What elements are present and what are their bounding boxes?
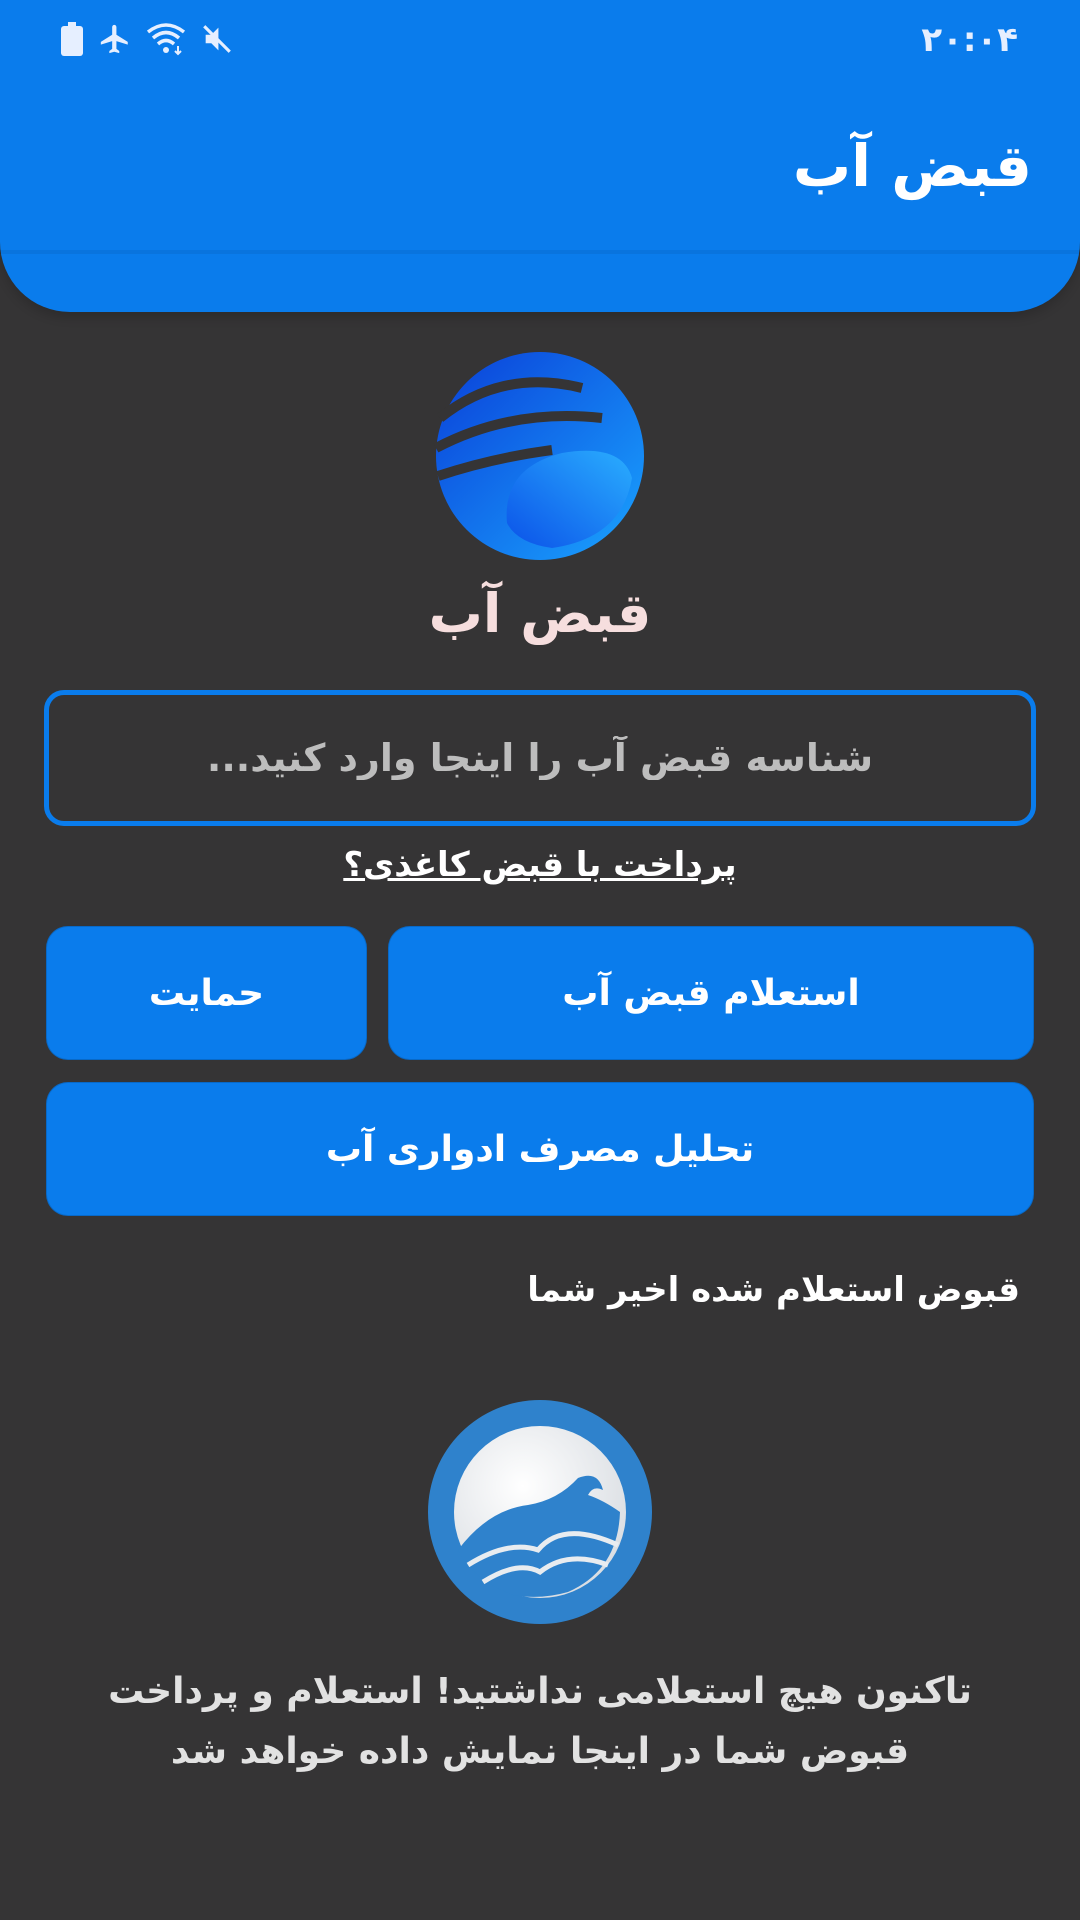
- mute-icon: [200, 22, 234, 56]
- status-time: ۲۰:۰۴: [921, 20, 1018, 60]
- water-wave-icon: [428, 1400, 652, 1624]
- usage-analysis-label: تحلیل مصرف ادواری آب: [325, 1128, 755, 1170]
- empty-state-line-1: تاکنون هیچ استعلامی نداشتید! استعلام و پ…: [108, 1671, 972, 1712]
- page-title: قبض آب: [792, 132, 1032, 200]
- recent-bills-title: قبوض استعلام شده اخیر شما: [527, 1270, 1020, 1310]
- battery-icon: [60, 22, 84, 56]
- bill-inquiry-label: استعلام قبض آب: [562, 972, 860, 1014]
- water-logo-icon: [432, 348, 648, 564]
- empty-state-text: تاکنون هیچ استعلامی نداشتید! استعلام و پ…: [100, 1662, 980, 1782]
- empty-state-line-2: قبوض شما در اینجا نمایش داده خواهد شد: [170, 1731, 910, 1772]
- usage-analysis-button[interactable]: تحلیل مصرف ادواری آب: [46, 1082, 1034, 1216]
- status-icons: [60, 22, 234, 56]
- support-label: حمایت: [148, 972, 265, 1014]
- airplane-icon: [98, 22, 132, 56]
- wifi-icon: [146, 22, 186, 56]
- bill-inquiry-button[interactable]: استعلام قبض آب: [388, 926, 1034, 1060]
- paper-bill-link[interactable]: پرداخت با قبض کاغذی؟: [0, 845, 1080, 885]
- bill-id-input[interactable]: [44, 690, 1036, 826]
- brand-name: قبض آب: [428, 582, 652, 645]
- support-button[interactable]: حمایت: [46, 926, 367, 1060]
- app-bar-divider: [0, 250, 1080, 254]
